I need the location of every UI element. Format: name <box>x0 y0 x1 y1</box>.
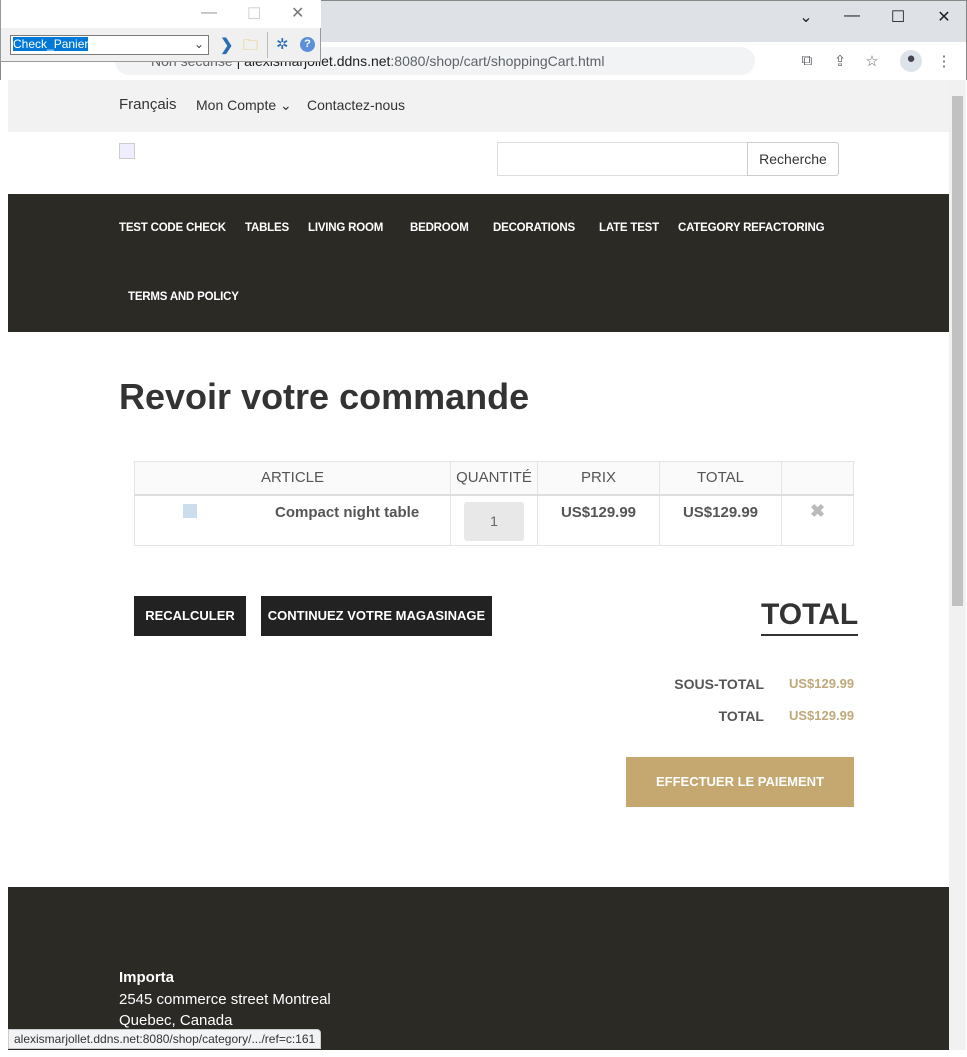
item-total: US$129.99 <box>659 494 782 546</box>
category-nav: TEST CODE CHECK TABLES LIVING ROOM BEDRO… <box>8 194 949 332</box>
category-link[interactable]: CATEGORY REFACTORING <box>678 222 825 234</box>
col-header: QUANTITÉ <box>450 461 538 496</box>
script-select[interactable]: Check_Panier ⌄ <box>10 35 209 55</box>
top-nav: Français Mon Compte ⌄ Contactez-nous <box>8 80 949 132</box>
page-title: Revoir votre commande <box>119 376 530 417</box>
table-row: Compact night table 1 US$129.99 US$129.9… <box>134 494 854 546</box>
footer-address-line: Quebec, Canada <box>119 1012 233 1029</box>
language-link[interactable]: Français <box>119 96 177 113</box>
col-header: ARTICLE <box>134 461 451 496</box>
share-icon[interactable]: ⇪ <box>830 52 850 70</box>
subtotal-label: SOUS-TOTAL <box>674 676 764 692</box>
category-link[interactable]: LIVING ROOM <box>308 222 383 234</box>
remove-icon[interactable]: ✖ <box>781 494 854 546</box>
tool-titlebar: — ☐ ✕ <box>1 0 321 28</box>
tab-search-icon[interactable]: ⌄ <box>791 7 821 27</box>
profile-icon[interactable]: ● <box>900 50 922 72</box>
close-window-icon[interactable]: ✕ <box>929 7 959 27</box>
cart-table: ARTICLE QUANTITÉ PRIX TOTAL Compact nigh… <box>134 461 854 546</box>
account-label: Mon Compte <box>196 97 277 113</box>
run-icon[interactable]: ❯ <box>220 35 233 55</box>
script-select-value: Check_Panier <box>13 37 89 51</box>
footer-address-line: 2545 commerce street Montreal <box>119 991 331 1008</box>
recalculate-button[interactable]: RECALCULER <box>134 596 246 636</box>
menu-icon[interactable]: ⋮ <box>934 52 954 70</box>
search-button[interactable]: Recherche <box>747 142 839 176</box>
total-label: TOTAL <box>718 708 764 724</box>
category-link[interactable]: TERMS AND POLICY <box>128 291 239 303</box>
contact-link[interactable]: Contactez-nous <box>307 97 405 113</box>
logo-image[interactable] <box>119 143 135 159</box>
col-header: PRIX <box>537 461 660 496</box>
divider <box>267 32 268 58</box>
maximize-icon[interactable]: ☐ <box>883 7 913 27</box>
minimize-icon[interactable]: — <box>837 7 867 25</box>
automation-tool-window: — ☐ ✕ Check_Panier ⌄ ❯ 🗀 ✲ ? <box>0 0 321 62</box>
product-name[interactable]: Compact night table <box>275 504 419 521</box>
chevron-down-icon: ⌄ <box>193 37 204 51</box>
subtotal-value: US$129.99 <box>789 676 855 691</box>
translate-icon[interactable]: ⧉ <box>797 52 817 69</box>
continue-shopping-button[interactable]: CONTINUEZ VOTRE MAGASINAGE <box>261 596 492 636</box>
account-menu[interactable]: Mon Compte ⌄ <box>196 97 292 114</box>
help-icon[interactable]: ? <box>300 37 315 52</box>
checkout-button[interactable]: EFFECTUER LE PAIEMENT <box>626 757 854 807</box>
url-path: :8080/shop/cart/shoppingCart.html <box>390 53 605 69</box>
item-price: US$129.99 <box>537 494 660 546</box>
quantity-input[interactable]: 1 <box>464 501 524 541</box>
col-header-empty <box>781 461 854 496</box>
web-page: Français Mon Compte ⌄ Contactez-nous Rec… <box>8 80 949 1050</box>
search-input[interactable] <box>497 142 748 176</box>
total-value: US$129.99 <box>789 708 855 723</box>
category-link[interactable]: TABLES <box>245 222 289 234</box>
tool-close-icon[interactable]: ✕ <box>291 3 304 23</box>
product-image[interactable] <box>183 503 197 518</box>
total-heading: TOTAL <box>761 598 859 636</box>
footer: Importa 2545 commerce street Montreal Qu… <box>8 887 949 1050</box>
folder-icon[interactable]: 🗀 <box>243 35 258 60</box>
tool-minimize-icon[interactable]: — <box>201 4 217 22</box>
col-header: TOTAL <box>659 461 782 496</box>
footer-company: Importa <box>119 969 175 986</box>
tool-maximize-icon: ☐ <box>247 6 262 23</box>
star-icon[interactable]: ☆ <box>862 52 882 70</box>
scrollbar-thumb[interactable] <box>952 96 963 606</box>
status-bar-url: alexismarjollet.ddns.net:8080/shop/categ… <box>8 1029 322 1049</box>
category-link[interactable]: BEDROOM <box>410 222 469 234</box>
category-link[interactable]: LATE TEST <box>599 222 659 234</box>
category-link[interactable]: TEST CODE CHECK <box>119 222 226 234</box>
collapse-icon[interactable]: ✲ <box>276 35 289 53</box>
category-link[interactable]: DECORATIONS <box>493 222 575 234</box>
